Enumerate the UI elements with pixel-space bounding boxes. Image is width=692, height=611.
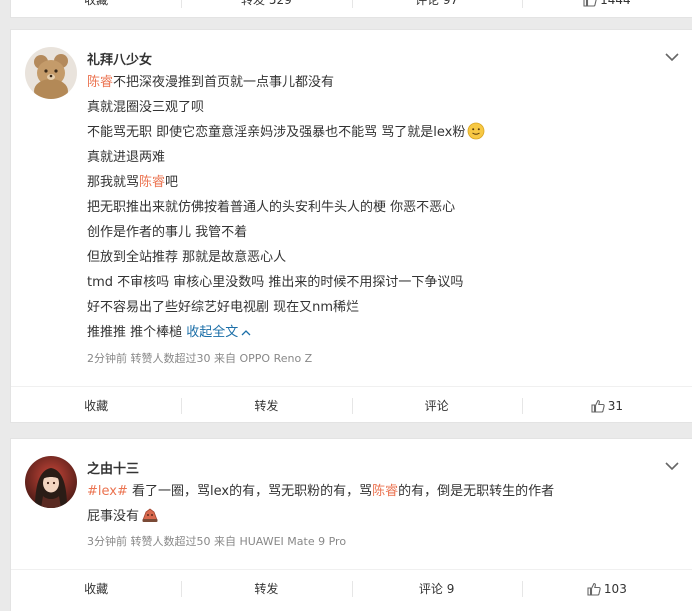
avatar[interactable] (25, 47, 77, 99)
post-line: #lex# 看了一圈，骂lex的有，骂无职粉的有，骂陈睿的有，倒是无职转生的作者 (87, 479, 672, 504)
favorite-button[interactable]: 收藏 (11, 396, 181, 416)
smile-emoji-icon (467, 122, 485, 140)
action-bar: 收藏 转发 529 评论 97 1444 (11, 0, 692, 19)
post-line-text: 吧 (165, 175, 179, 190)
favorite-button[interactable]: 收藏 (11, 0, 181, 10)
chevron-down-icon[interactable] (664, 460, 680, 472)
anime-girl-avatar-image (25, 456, 77, 508)
action-bar: 收藏 转发 评论 9 103 (11, 569, 692, 607)
avatar[interactable] (25, 456, 77, 508)
post-meta: 2分钟前 转赞人数超过30 来自 OPPO Reno Z (87, 352, 313, 365)
post-meta: 3分钟前 转赞人数超过50 来自 HUAWEI Mate 9 Pro (87, 535, 347, 548)
post-text: 陈睿不把深夜漫推到首页就一点事儿都没有 真就混圈没三观了呗 不能骂无职 即使它恋… (87, 70, 672, 345)
post-line: 好不容易出了些好综艺好电视剧 现在又nm稀烂 (87, 300, 360, 315)
post-line-text: 不把深夜漫推到首页就一点事儿都没有 (113, 75, 335, 90)
post-card: 礼拜八少女 陈睿不把深夜漫推到首页就一点事儿都没有 真就混圈没三观了呗 不能骂无… (10, 29, 692, 423)
post-line: 真就混圈没三观了呗 (87, 100, 205, 115)
collapse-text-link[interactable]: 收起全文 (186, 325, 238, 340)
hashtag-link[interactable]: #lex# (87, 484, 128, 499)
comment-button[interactable]: 评论 9 (351, 579, 522, 599)
previous-post-card: 收藏 转发 529 评论 97 1444 (10, 0, 692, 18)
post-line-text: 不能骂无职 即使它恋童意淫亲妈涉及强暴也不能骂 骂了就是lex粉 (87, 125, 466, 140)
post-text: #lex# 看了一圈，骂lex的有，骂无职粉的有，骂陈睿的有，倒是无职转生的作者… (87, 479, 672, 529)
post-card: 之由十三 #lex# 看了一圈，骂lex的有，骂无职粉的有，骂陈睿的有，倒是无职… (10, 438, 692, 611)
post-line: 真就进退两难 (87, 150, 166, 165)
rock-emoji-icon (142, 508, 158, 522)
like-button[interactable]: 1444 (521, 0, 692, 10)
chevron-down-icon[interactable] (664, 51, 680, 63)
post-line: 屁事没有 (87, 504, 672, 529)
action-bar: 收藏 转发 评论 31 (11, 386, 692, 424)
post-line: 那我就骂陈睿吧 (87, 170, 672, 195)
like-count: 1444 (600, 0, 631, 7)
post-line: tmd 不审核吗 审核心里没数吗 推出来的时候不用探讨一下争议吗 (87, 275, 464, 290)
teddy-bear-avatar-image (25, 47, 77, 99)
post-line: 创作是作者的事儿 我管不着 (87, 225, 248, 240)
post-line: 把无职推出来就仿佛按着普通人的头安利牛头人的梗 你恶不恶心 (87, 200, 456, 215)
post-line-text: 推推推 推个棒槌 (87, 325, 187, 340)
username[interactable]: 礼拜八少女 (87, 49, 152, 68)
post-line-text: 看了一圈，骂lex的有，骂无职粉的有，骂 (127, 484, 373, 499)
post-line: 陈睿不把深夜漫推到首页就一点事儿都没有 (87, 70, 672, 95)
post-line-text: 那我就骂 (87, 175, 140, 190)
repost-button[interactable]: 转发 (181, 579, 351, 599)
like-button[interactable]: 103 (521, 579, 692, 599)
post-line: 推推推 推个棒槌 收起全文 (87, 320, 672, 345)
username[interactable]: 之由十三 (87, 458, 139, 477)
post-line: 不能骂无职 即使它恋童意淫亲妈涉及强暴也不能骂 骂了就是lex粉 (87, 120, 672, 145)
favorite-button[interactable]: 收藏 (11, 579, 181, 599)
comment-button[interactable]: 评论 97 (351, 0, 522, 10)
post-line-text: 屁事没有 (87, 509, 140, 524)
mention-link[interactable]: 陈睿 (139, 175, 165, 190)
comment-button[interactable]: 评论 (351, 396, 522, 416)
mention-link[interactable]: 陈睿 (87, 75, 113, 90)
like-count: 103 (603, 581, 627, 596)
like-count: 31 (607, 398, 624, 413)
thumbs-up-icon (587, 582, 601, 596)
thumbs-up-icon (591, 399, 605, 413)
post-line-text: 的有，倒是无职转生的作者 (398, 484, 555, 499)
chevron-up-icon[interactable] (241, 329, 251, 337)
post-line: 但放到全站推荐 那就是故意恶心人 (87, 250, 287, 265)
like-button[interactable]: 31 (521, 396, 692, 416)
thumbs-up-icon (583, 0, 597, 7)
repost-button[interactable]: 转发 529 (181, 0, 351, 10)
mention-link[interactable]: 陈睿 (372, 484, 398, 499)
repost-button[interactable]: 转发 (181, 396, 351, 416)
